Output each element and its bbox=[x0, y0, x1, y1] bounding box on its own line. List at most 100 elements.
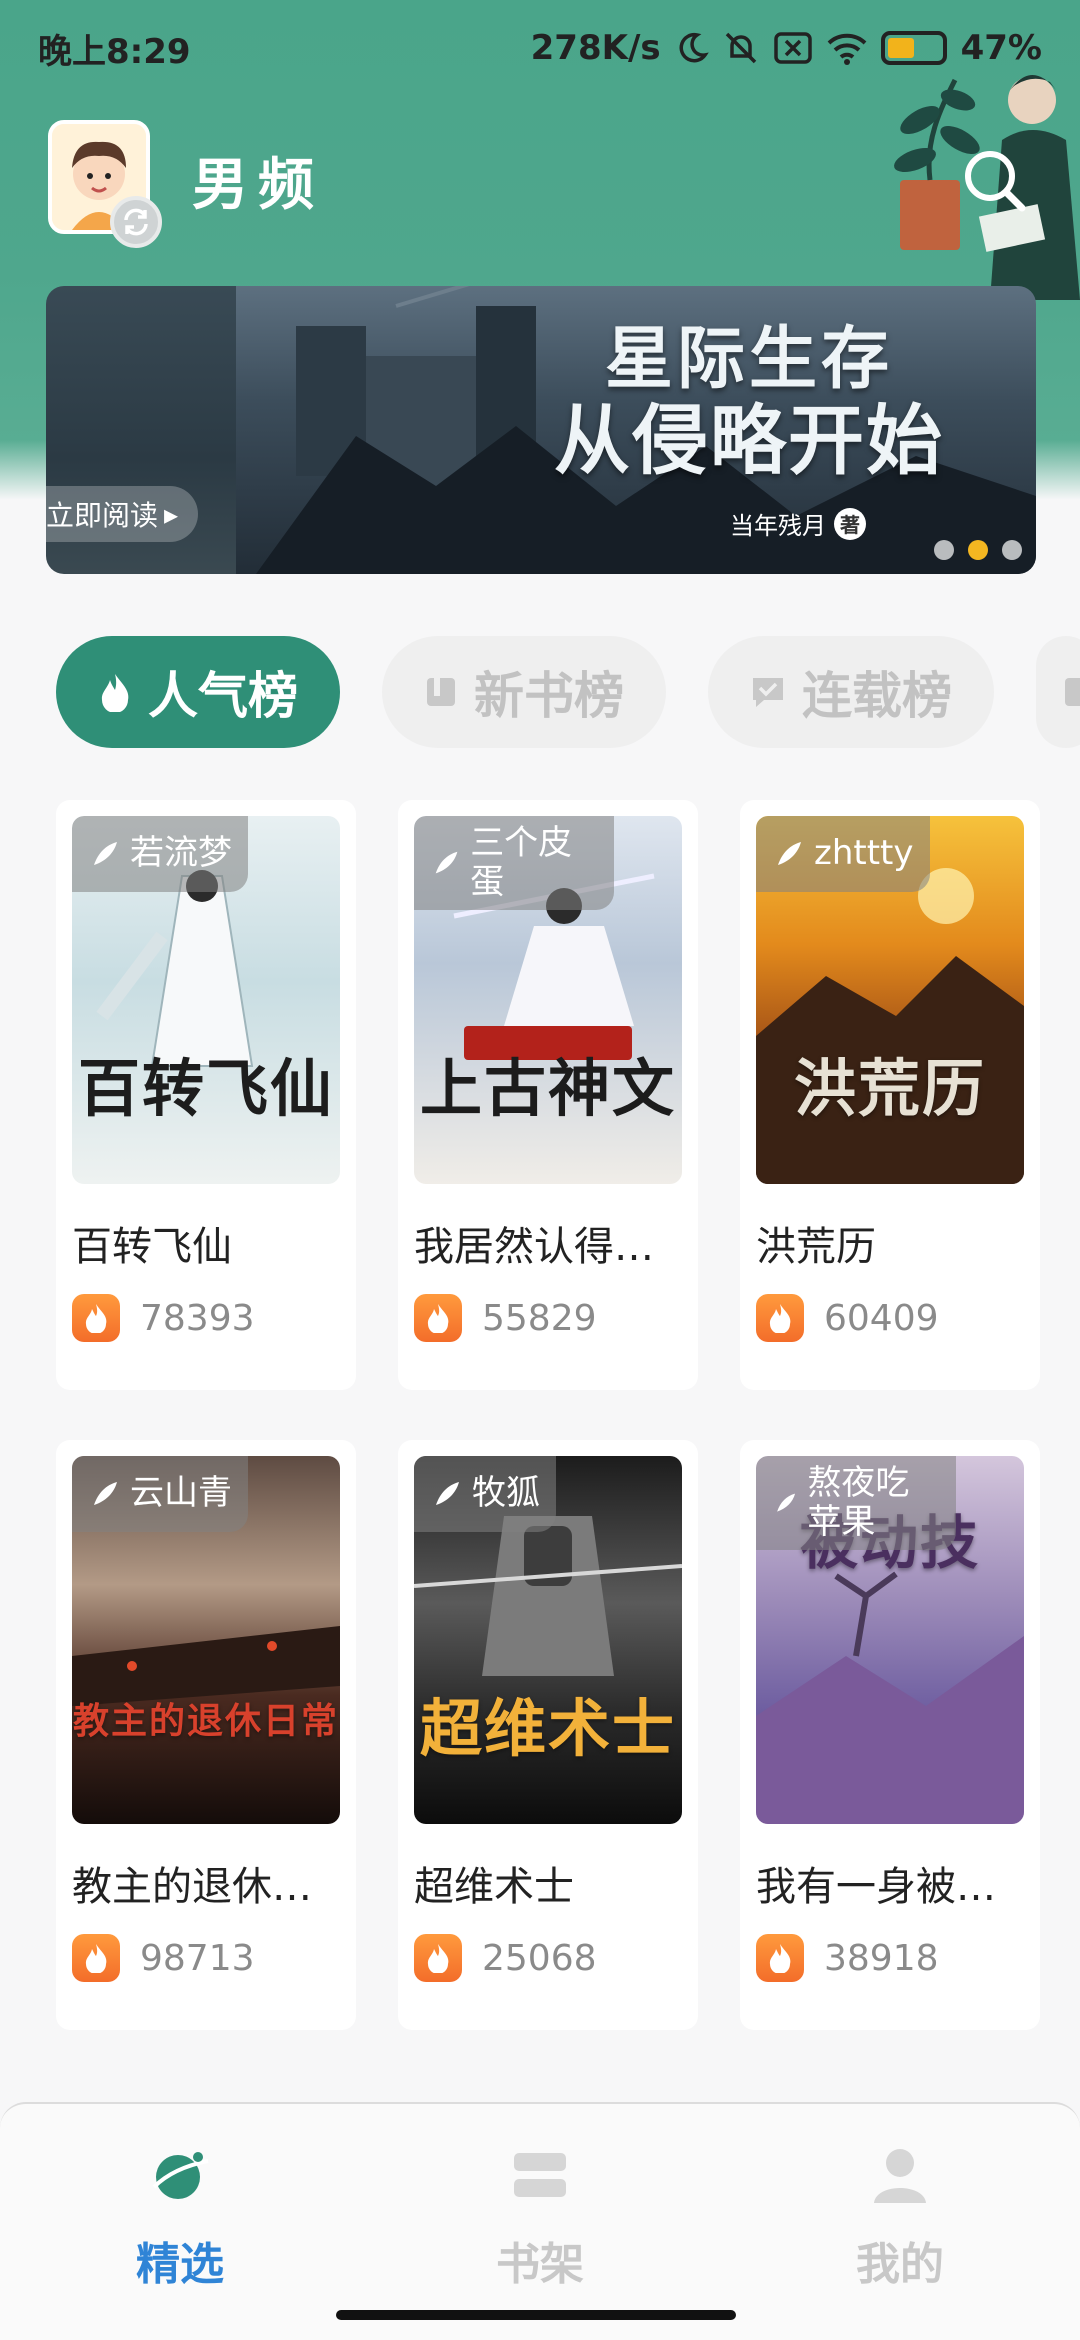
nav-mine[interactable]: 我的 bbox=[800, 2140, 1000, 2292]
book-card[interactable]: 百转飞仙 若流梦 百转飞仙 78393 bbox=[56, 800, 356, 1390]
banner-title-line2: 从侵略开始 bbox=[554, 396, 944, 486]
book-title: 超维术士 bbox=[414, 1864, 574, 1910]
quill-icon bbox=[435, 851, 458, 874]
fire-icon bbox=[101, 674, 129, 712]
status-time: 晚上8:29 bbox=[38, 31, 191, 72]
banner-prev-slide[interactable]: 立即阅读 ▸ bbox=[46, 286, 236, 574]
author-tag: 若流梦 bbox=[72, 816, 248, 892]
planet-icon bbox=[152, 2152, 209, 2199]
channel-switch[interactable]: 男频 bbox=[192, 140, 324, 221]
nav-featured[interactable]: 精选 bbox=[80, 2140, 280, 2292]
chat-check-icon bbox=[753, 678, 783, 707]
heat-count: 98713 bbox=[140, 1937, 255, 1979]
book-author: 牧狐 bbox=[472, 1473, 540, 1514]
book-cover[interactable]: 被动技 熬夜吃苹果 bbox=[756, 1456, 1024, 1824]
fire-icon bbox=[756, 1934, 804, 1982]
nav-bookshelf-label: 书架 bbox=[496, 2239, 584, 2290]
book-author: zhttty bbox=[814, 833, 914, 874]
nav-bookshelf[interactable]: 书架 bbox=[440, 2140, 640, 2292]
battery-percent: 47% bbox=[960, 28, 1042, 68]
author-tag: 牧狐 bbox=[414, 1456, 556, 1532]
author-tag: 云山青 bbox=[72, 1456, 248, 1532]
play-triangle-icon: ▸ bbox=[164, 497, 179, 531]
tab-serializing[interactable]: 连载榜 bbox=[708, 636, 994, 748]
book-title: 我居然认得… bbox=[414, 1224, 654, 1270]
book-author: 熬夜吃苹果 bbox=[807, 1463, 910, 1543]
book-heat: 55829 bbox=[414, 1294, 597, 1342]
quill-icon bbox=[777, 1493, 796, 1512]
search-button[interactable] bbox=[960, 146, 1030, 216]
cover-title: 超维术士 bbox=[419, 1692, 676, 1765]
banner-author-name: 当年残月 bbox=[730, 512, 826, 540]
read-now-label: 立即阅读 bbox=[46, 499, 159, 532]
book-card[interactable]: 超维术士 牧狐 超维术士 25068 bbox=[398, 1440, 698, 2030]
mute-bell-icon bbox=[723, 28, 759, 68]
tab-popular[interactable]: 人气榜 bbox=[56, 636, 340, 748]
author-tag: zhttty bbox=[756, 816, 930, 892]
book-card[interactable]: 教主的退休日常 云山青 教主的退休… 98713 bbox=[56, 1440, 356, 2030]
heat-count: 38918 bbox=[824, 1937, 939, 1979]
book-title: 我有一身被… bbox=[756, 1864, 996, 1910]
nav-mine-label: 我的 bbox=[856, 2239, 944, 2290]
book-heat: 60409 bbox=[756, 1294, 939, 1342]
book-title: 教主的退休… bbox=[72, 1864, 312, 1910]
tab-popular-label: 人气榜 bbox=[148, 667, 298, 725]
network-speed: 278K/s bbox=[530, 28, 661, 68]
heat-count: 78393 bbox=[140, 1297, 255, 1339]
nav-featured-label: 精选 bbox=[136, 2239, 224, 2290]
fire-icon bbox=[72, 1934, 120, 1982]
book-heat: 25068 bbox=[414, 1934, 597, 1982]
wifi-icon bbox=[827, 28, 867, 68]
book-cover[interactable]: 教主的退休日常 云山青 bbox=[72, 1456, 340, 1824]
book-cover[interactable]: 上古神文 三个皮蛋 bbox=[414, 816, 682, 1184]
book-cover[interactable]: 超维术士 牧狐 bbox=[414, 1456, 682, 1824]
tab-new-books-label: 新书榜 bbox=[474, 667, 624, 725]
banner-author-suffix: 著 bbox=[834, 507, 866, 540]
book-heat: 98713 bbox=[72, 1934, 255, 1982]
book-title: 百转飞仙 bbox=[72, 1224, 232, 1270]
banner-carousel[interactable]: 星际生存 从侵略开始 当年残月 著 bbox=[236, 286, 1036, 574]
sim-off-icon bbox=[773, 28, 813, 68]
author-tag: 熬夜吃苹果 bbox=[756, 1456, 956, 1551]
banner-title-line1: 星际生存 bbox=[604, 320, 893, 399]
carousel-dot[interactable] bbox=[1002, 540, 1022, 560]
fire-icon bbox=[414, 1934, 462, 1982]
quill-icon bbox=[778, 842, 801, 865]
author-tag: 三个皮蛋 bbox=[414, 816, 614, 911]
carousel-dot-active[interactable] bbox=[968, 540, 988, 560]
book-cover[interactable]: 百转飞仙 若流梦 bbox=[72, 816, 340, 1184]
quill-icon bbox=[94, 842, 117, 865]
carousel-dots bbox=[934, 540, 1022, 560]
quill-icon bbox=[436, 1482, 459, 1505]
list-icon bbox=[1065, 678, 1080, 706]
bookshelf-icon bbox=[514, 2153, 566, 2197]
battery-icon bbox=[880, 31, 947, 65]
switch-account-button[interactable] bbox=[110, 196, 162, 248]
book-card[interactable]: 洪荒历 zhttty 洪荒历 60409 bbox=[740, 800, 1040, 1390]
book-heat: 38918 bbox=[756, 1934, 939, 1982]
refresh-icon bbox=[124, 208, 148, 236]
status-bar: 晚上8:29 278K/s 47% bbox=[0, 0, 1080, 96]
book-card[interactable]: 上古神文 三个皮蛋 我居然认得… 55829 bbox=[398, 800, 698, 1390]
cover-title: 上古神文 bbox=[419, 1052, 676, 1125]
book-author: 若流梦 bbox=[130, 833, 232, 874]
bottom-nav: 精选 书架 我的 bbox=[0, 2102, 1080, 2340]
heat-count: 60409 bbox=[824, 1297, 939, 1339]
cover-title: 教主的退休日常 bbox=[72, 1701, 339, 1742]
book-author: 三个皮蛋 bbox=[470, 823, 573, 903]
book-title: 洪荒历 bbox=[756, 1224, 876, 1270]
fire-icon bbox=[72, 1294, 120, 1342]
heat-count: 55829 bbox=[482, 1297, 597, 1339]
banner-author: 当年残月 著 bbox=[730, 506, 866, 541]
book-card[interactable]: 被动技 熬夜吃苹果 我有一身被… 38918 bbox=[740, 1440, 1040, 2030]
read-now-button[interactable]: 立即阅读 ▸ bbox=[46, 486, 199, 542]
cover-title: 百转飞仙 bbox=[77, 1052, 334, 1125]
carousel-dot[interactable] bbox=[934, 540, 954, 560]
book-cover[interactable]: 洪荒历 zhttty bbox=[756, 816, 1024, 1184]
fire-icon bbox=[414, 1294, 462, 1342]
tab-serializing-label: 连载榜 bbox=[802, 667, 952, 725]
tab-more[interactable] bbox=[1036, 636, 1080, 748]
tab-new-books[interactable]: 新书榜 bbox=[382, 636, 666, 748]
book-heat: 78393 bbox=[72, 1294, 255, 1342]
home-indicator[interactable] bbox=[336, 2310, 736, 2320]
